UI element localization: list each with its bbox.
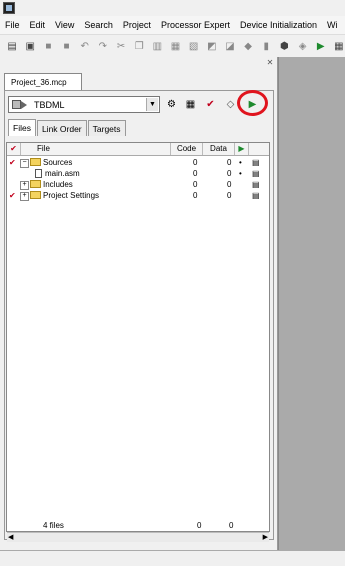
file-menu-icon[interactable]: ▤: [252, 168, 260, 179]
collapse-icon[interactable]: −: [20, 159, 29, 168]
code-size: 0: [193, 169, 198, 178]
find-icon[interactable]: ▦: [169, 40, 181, 53]
menu-processor-expert[interactable]: Processor Expert: [156, 20, 235, 30]
debug-marker: •: [239, 158, 242, 167]
target-select[interactable]: TBDML ▼: [8, 96, 160, 113]
data-size: 0: [227, 191, 232, 200]
target-icon: [12, 99, 30, 110]
code-size: 0: [193, 158, 198, 167]
expand-icon[interactable]: +: [20, 192, 29, 201]
column-file[interactable]: File: [21, 143, 171, 155]
code-size: 0: [193, 191, 198, 200]
main-toolbar: ▤ ▣ ■ ■ ↶ ↷ ✂ ❐ ▥ ▦ ▧ ◩ ◪ ◆ ▮ ⬢ ◈ ▶ ▦: [0, 35, 345, 57]
tab-link-order[interactable]: Link Order: [36, 120, 87, 136]
file-menu-icon[interactable]: ▤: [252, 157, 260, 168]
cut-icon[interactable]: ✂: [115, 40, 127, 53]
undo-icon[interactable]: ↶: [79, 40, 91, 53]
list-item[interactable]: ✔ + Project Settings 0 0 ▤: [7, 190, 269, 201]
workspace-area: [278, 57, 345, 550]
project-tabs: Files Link Order Targets: [8, 119, 127, 136]
folder-icon: [30, 180, 41, 188]
data-size: 0: [227, 169, 232, 178]
make-icon[interactable]: ◆: [242, 40, 254, 53]
total-code-size: 0: [197, 521, 202, 530]
file-menu-icon[interactable]: ▤: [252, 179, 260, 190]
save-all-icon[interactable]: ■: [60, 40, 72, 53]
close-icon[interactable]: ✕: [265, 58, 275, 68]
column-code[interactable]: Code: [171, 143, 203, 155]
debug-marker: •: [239, 169, 242, 178]
paste-icon[interactable]: ▥: [151, 40, 163, 53]
menu-file[interactable]: File: [0, 20, 25, 30]
project-tab[interactable]: Project_36.mcp: [4, 73, 82, 90]
list-item[interactable]: ✔ − Sources 0 0 • ▤: [7, 157, 269, 168]
column-data[interactable]: Data: [203, 143, 235, 155]
folder-icon: [30, 191, 41, 199]
synchronize-icon[interactable]: ▦: [184, 98, 197, 111]
check-icon[interactable]: ✔: [9, 190, 16, 201]
chevron-down-icon[interactable]: ▼: [146, 98, 158, 111]
file-name: Sources: [43, 158, 73, 167]
menu-window[interactable]: Wi: [322, 20, 343, 30]
title-bar: [0, 0, 345, 16]
make-icon[interactable]: ◇: [224, 98, 237, 111]
new-icon[interactable]: ▤: [6, 40, 18, 53]
menu-device-initialization[interactable]: Device Initialization: [235, 20, 322, 30]
settings-icon[interactable]: ⚙: [165, 98, 178, 111]
menu-view[interactable]: View: [50, 20, 79, 30]
folder-icon: [30, 158, 41, 166]
app-icon: [3, 2, 15, 14]
file-name: Includes: [43, 180, 73, 189]
scroll-left-icon[interactable]: ◀: [8, 533, 13, 542]
highlight-circle: [237, 90, 268, 116]
file-count: 4 files: [43, 521, 64, 530]
file-name: main.asm: [45, 169, 80, 178]
status-bar: [0, 550, 345, 566]
save-icon[interactable]: ■: [42, 40, 54, 53]
file-icon: [35, 169, 42, 178]
compile-icon[interactable]: ◩: [206, 40, 218, 53]
check-icon[interactable]: ✔: [204, 98, 217, 111]
target-icon[interactable]: ◈: [297, 40, 309, 53]
menu-project[interactable]: Project: [118, 20, 156, 30]
check-syntax-icon[interactable]: ◪: [224, 40, 236, 53]
data-size: 0: [227, 158, 232, 167]
open-icon[interactable]: ▣: [24, 40, 36, 53]
debug-icon[interactable]: ▶: [315, 40, 327, 53]
check-column-icon[interactable]: ✔: [7, 143, 21, 155]
check-icon[interactable]: ✔: [9, 157, 16, 168]
menu-search[interactable]: Search: [79, 20, 118, 30]
file-name: Project Settings: [43, 191, 100, 200]
total-data-size: 0: [229, 521, 234, 530]
run-icon[interactable]: ▦: [333, 40, 345, 53]
debug-column-icon[interactable]: ▶: [235, 143, 249, 155]
replace-icon[interactable]: ▧: [188, 40, 200, 53]
redo-icon[interactable]: ↷: [97, 40, 109, 53]
tab-targets[interactable]: Targets: [87, 120, 126, 136]
file-menu-icon[interactable]: ▤: [252, 190, 260, 201]
list-item[interactable]: + Includes 0 0 ▤: [7, 179, 269, 190]
file-list-footer: 4 files 0 0: [7, 520, 269, 531]
target-label: TBDML: [34, 99, 65, 110]
menu-edit[interactable]: Edit: [25, 20, 51, 30]
file-list-header: ✔ File Code Data ▶: [7, 143, 269, 156]
settings-icon[interactable]: ⬢: [278, 40, 290, 53]
stop-icon[interactable]: ▮: [260, 40, 272, 53]
menu-bar: File Edit View Search Project Processor …: [0, 16, 345, 35]
scroll-right-icon[interactable]: ▶: [263, 533, 268, 542]
expand-icon[interactable]: +: [20, 181, 29, 190]
code-size: 0: [193, 180, 198, 189]
tab-files[interactable]: Files: [8, 119, 36, 136]
horizontal-scrollbar[interactable]: ◀ ▶: [7, 532, 269, 542]
copy-icon[interactable]: ❐: [133, 40, 145, 53]
list-item[interactable]: main.asm 0 0 • ▤: [7, 168, 269, 179]
data-size: 0: [227, 180, 232, 189]
